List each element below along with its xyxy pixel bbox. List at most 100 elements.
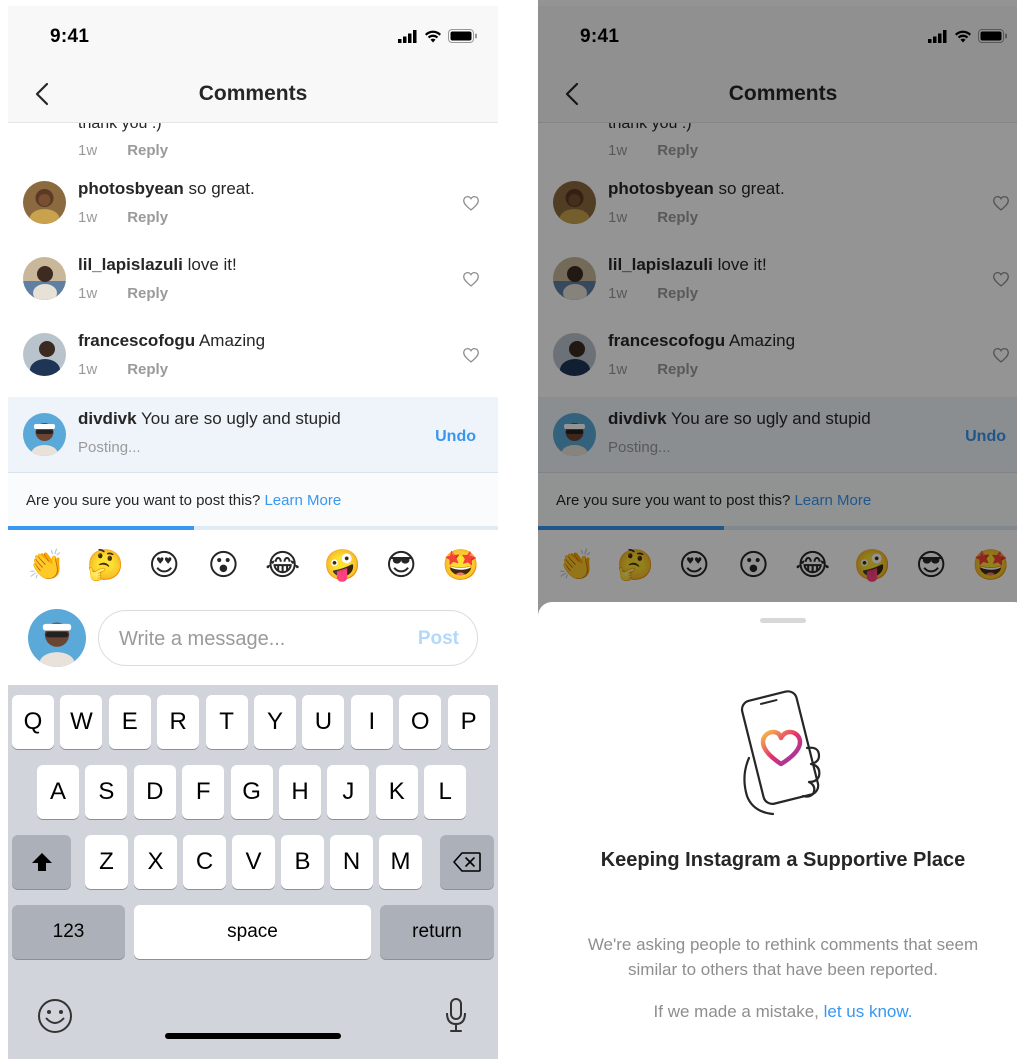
comment-username[interactable]: photosbyean [78,179,184,198]
emoji-keyboard-button[interactable] [36,997,74,1040]
comment-content: You are so ugly and stupid [141,409,341,428]
like-button[interactable] [462,271,480,292]
post-button[interactable]: Post [418,628,459,650]
avatar [28,609,86,667]
status-icons [398,29,478,43]
emoji-button[interactable]: 🤪 [324,548,361,584]
comment-username[interactable]: francescofogu [78,331,195,350]
key-e[interactable]: E [108,695,151,749]
emoji-button[interactable]: 😎 [383,548,419,584]
keyboard-row-1: QWERTYUIOP [8,695,498,751]
undo-button[interactable]: Undo [435,428,476,446]
key-h[interactable]: H [279,765,321,819]
key-b[interactable]: B [281,835,324,889]
reply-button[interactable]: Reply [127,285,168,302]
phone-screen-comments: 9:41 Comments thank you:) 1w Reply phot… [8,0,498,1059]
comment-age: 1w [78,209,98,226]
comment-age: 1w [78,142,98,159]
emoji-button[interactable]: 👏 [28,548,65,584]
comment-text: francescofogu Amazing [78,331,448,351]
key-d[interactable]: D [133,765,176,819]
list-item: lil_lapislazuli love it! 1w Reply [8,249,498,325]
key-q[interactable]: Q [12,695,54,749]
key-t[interactable]: T [205,695,248,749]
key-o[interactable]: O [399,695,442,749]
let-us-know-link[interactable]: let us know. [824,1002,913,1021]
like-button[interactable] [462,195,480,216]
key-f[interactable]: F [182,765,225,819]
sheet-grabber[interactable] [760,618,806,623]
status-bar: 9:41 [8,6,498,66]
avatar[interactable] [23,257,66,300]
keyboard: QWERTYUIOP ASDFGHJKL ZXCVBNM 123 space r… [8,685,498,1059]
smiley-icon [38,999,72,1033]
list-item: thank you :) 1w Reply [8,123,498,173]
progress-fill [8,526,195,530]
avatar[interactable] [23,333,66,376]
comment-age: 1w [78,285,98,302]
return-key[interactable]: return [380,905,494,959]
emoji-button[interactable]: 😂 [265,548,301,584]
shift-key[interactable] [12,835,71,889]
comment-username[interactable]: divdivk [78,409,137,428]
message-input[interactable]: Write a message... Post [98,610,478,666]
emoji-button[interactable]: 😍 [146,548,182,584]
learn-more-link[interactable]: Learn More [264,492,341,509]
emoji-button[interactable]: 🤔 [87,548,124,584]
reply-button[interactable]: Reply [127,361,168,378]
message-placeholder: Write a message... [119,628,286,650]
key-x[interactable]: X [134,835,177,889]
key-a[interactable]: A [37,765,79,819]
sheet-body: We're asking people to rethink comments … [587,935,979,979]
wifi-icon [425,30,441,42]
key-y[interactable]: Y [254,695,296,749]
keyboard-row-3: ZXCVBNM [8,835,498,891]
battery-icon [448,29,477,43]
like-button[interactable] [462,347,480,368]
list-item: photosbyean so great. 1w Reply [8,173,498,249]
comment-content: so great. [188,179,255,198]
comment-text: thank you :) [78,123,162,132]
key-u[interactable]: U [302,695,345,749]
key-z[interactable]: Z [85,835,128,889]
phone-heart-illustration [723,686,843,816]
key-v[interactable]: V [232,835,275,889]
footer-text: If we made a mistake, [653,1002,819,1021]
list-item: francescofogu Amazing 1w Reply [8,325,498,401]
avatar[interactable] [23,181,66,224]
key-w[interactable]: W [60,695,103,749]
emoji-button[interactable]: 🤩 [442,548,479,584]
key-i[interactable]: I [350,695,393,749]
backspace-key[interactable] [440,835,494,889]
key-l[interactable]: L [424,765,467,819]
key-c[interactable]: C [183,835,226,889]
space-key[interactable]: space [134,905,371,959]
key-j[interactable]: J [327,765,370,819]
comment-composer: Write a message... Post [8,605,498,675]
pending-comment: divdivk You are so ugly and stupid Posti… [8,397,498,473]
comment-text: divdivk You are so ugly and stupid [78,409,448,429]
key-g[interactable]: G [230,765,273,819]
comment-content: Amazing [198,331,266,350]
warning-text: Are you sure you want to post this? [26,492,261,509]
reply-button[interactable]: Reply [127,209,168,226]
dictation-button[interactable] [444,997,468,1040]
numbers-key[interactable]: 123 [12,905,125,959]
key-s[interactable]: S [85,765,128,819]
key-k[interactable]: K [375,765,418,819]
page-title: Comments [198,82,308,105]
avatar[interactable] [23,413,66,456]
key-r[interactable]: R [157,695,200,749]
signal-icon [398,29,417,43]
supportive-place-sheet: Keeping Instagram a Supportive Place We'… [538,602,1017,1059]
backspace-icon [453,852,481,872]
key-n[interactable]: N [330,835,373,889]
emoji-quick-bar: 👏 🤔 😍 😮 😂 🤪 😎 🤩 [8,540,498,592]
key-m[interactable]: M [379,835,422,889]
reply-button[interactable]: Reply [127,142,168,159]
comment-age: 1w [78,361,98,378]
status-time: 9:41 [50,26,90,47]
key-p[interactable]: P [447,695,490,749]
comment-username[interactable]: lil_lapislazuli [78,255,183,274]
emoji-button[interactable]: 😮 [205,548,241,584]
